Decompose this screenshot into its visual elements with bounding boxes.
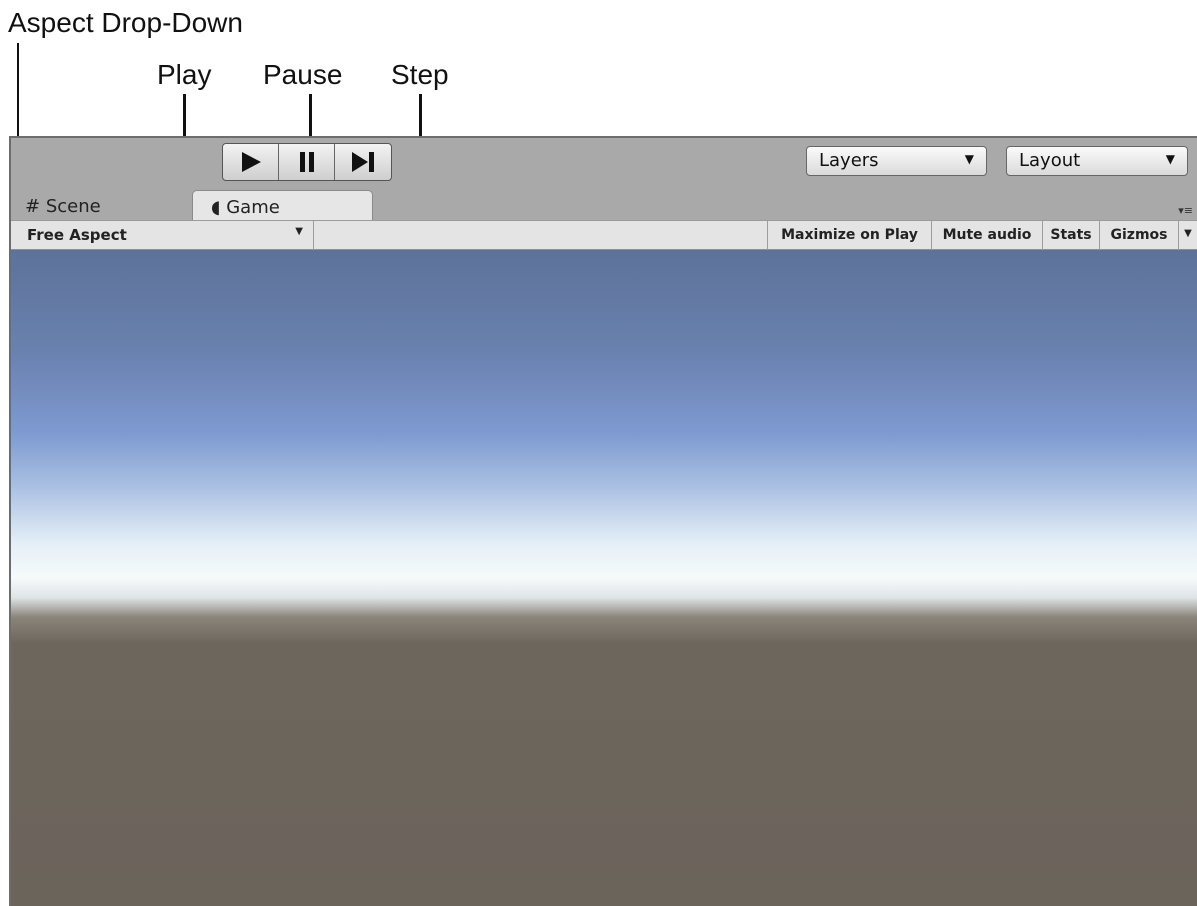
layout-dropdown[interactable]: Layout ▼ [1006, 146, 1188, 176]
step-callout: Step [391, 59, 449, 90]
maximize-on-play-button[interactable]: Maximize on Play [767, 221, 931, 250]
pause-button[interactable] [279, 144, 335, 180]
tab-scene-label: Scene [45, 196, 101, 217]
main-toolbar: Layers ▼ Layout ▼ [11, 138, 1197, 190]
tab-game-label: Game [226, 197, 280, 218]
aspect-dropdown-callout: Aspect Drop-Down [8, 7, 243, 38]
aspect-label: Free Aspect [27, 226, 127, 244]
stats-button[interactable]: Stats [1042, 221, 1099, 250]
chevron-down-icon: ▼ [964, 152, 974, 166]
game-view-toolbar: Free Aspect ▼ Maximize on Play Mute audi… [11, 220, 1197, 250]
pacman-icon: ◖ [211, 197, 221, 218]
tab-menu-icon[interactable]: ▾≡ [1178, 204, 1193, 217]
game-viewport[interactable] [11, 250, 1197, 906]
chevron-down-icon: ▼ [295, 226, 303, 237]
tab-game[interactable]: ◖ Game [192, 190, 373, 220]
layers-label: Layers [819, 150, 879, 171]
unity-editor-window: Layers ▼ Layout ▼ # Scene ◖ Game ▾≡ Free… [9, 136, 1197, 906]
step-icon [352, 152, 374, 172]
layers-dropdown[interactable]: Layers ▼ [806, 146, 987, 176]
grid-icon: # [25, 196, 41, 217]
layout-label: Layout [1019, 150, 1081, 171]
gizmos-dropdown-arrow[interactable]: ▼ [1178, 221, 1197, 250]
pause-callout: Pause [263, 59, 343, 90]
pause-leader-line [309, 94, 312, 140]
tab-scene[interactable]: # Scene [25, 190, 165, 220]
gizmos-button[interactable]: Gizmos [1099, 221, 1178, 250]
mute-audio-button[interactable]: Mute audio [931, 221, 1042, 250]
playback-controls [222, 143, 392, 181]
pause-icon [299, 152, 314, 172]
play-button[interactable] [223, 144, 279, 180]
play-icon [241, 152, 261, 172]
play-callout: Play [157, 59, 212, 90]
aspect-dropdown[interactable]: Free Aspect ▼ [11, 221, 314, 250]
view-tabs: # Scene ◖ Game ▾≡ [11, 190, 1197, 220]
step-button[interactable] [335, 144, 391, 180]
chevron-down-icon: ▼ [1165, 152, 1175, 166]
